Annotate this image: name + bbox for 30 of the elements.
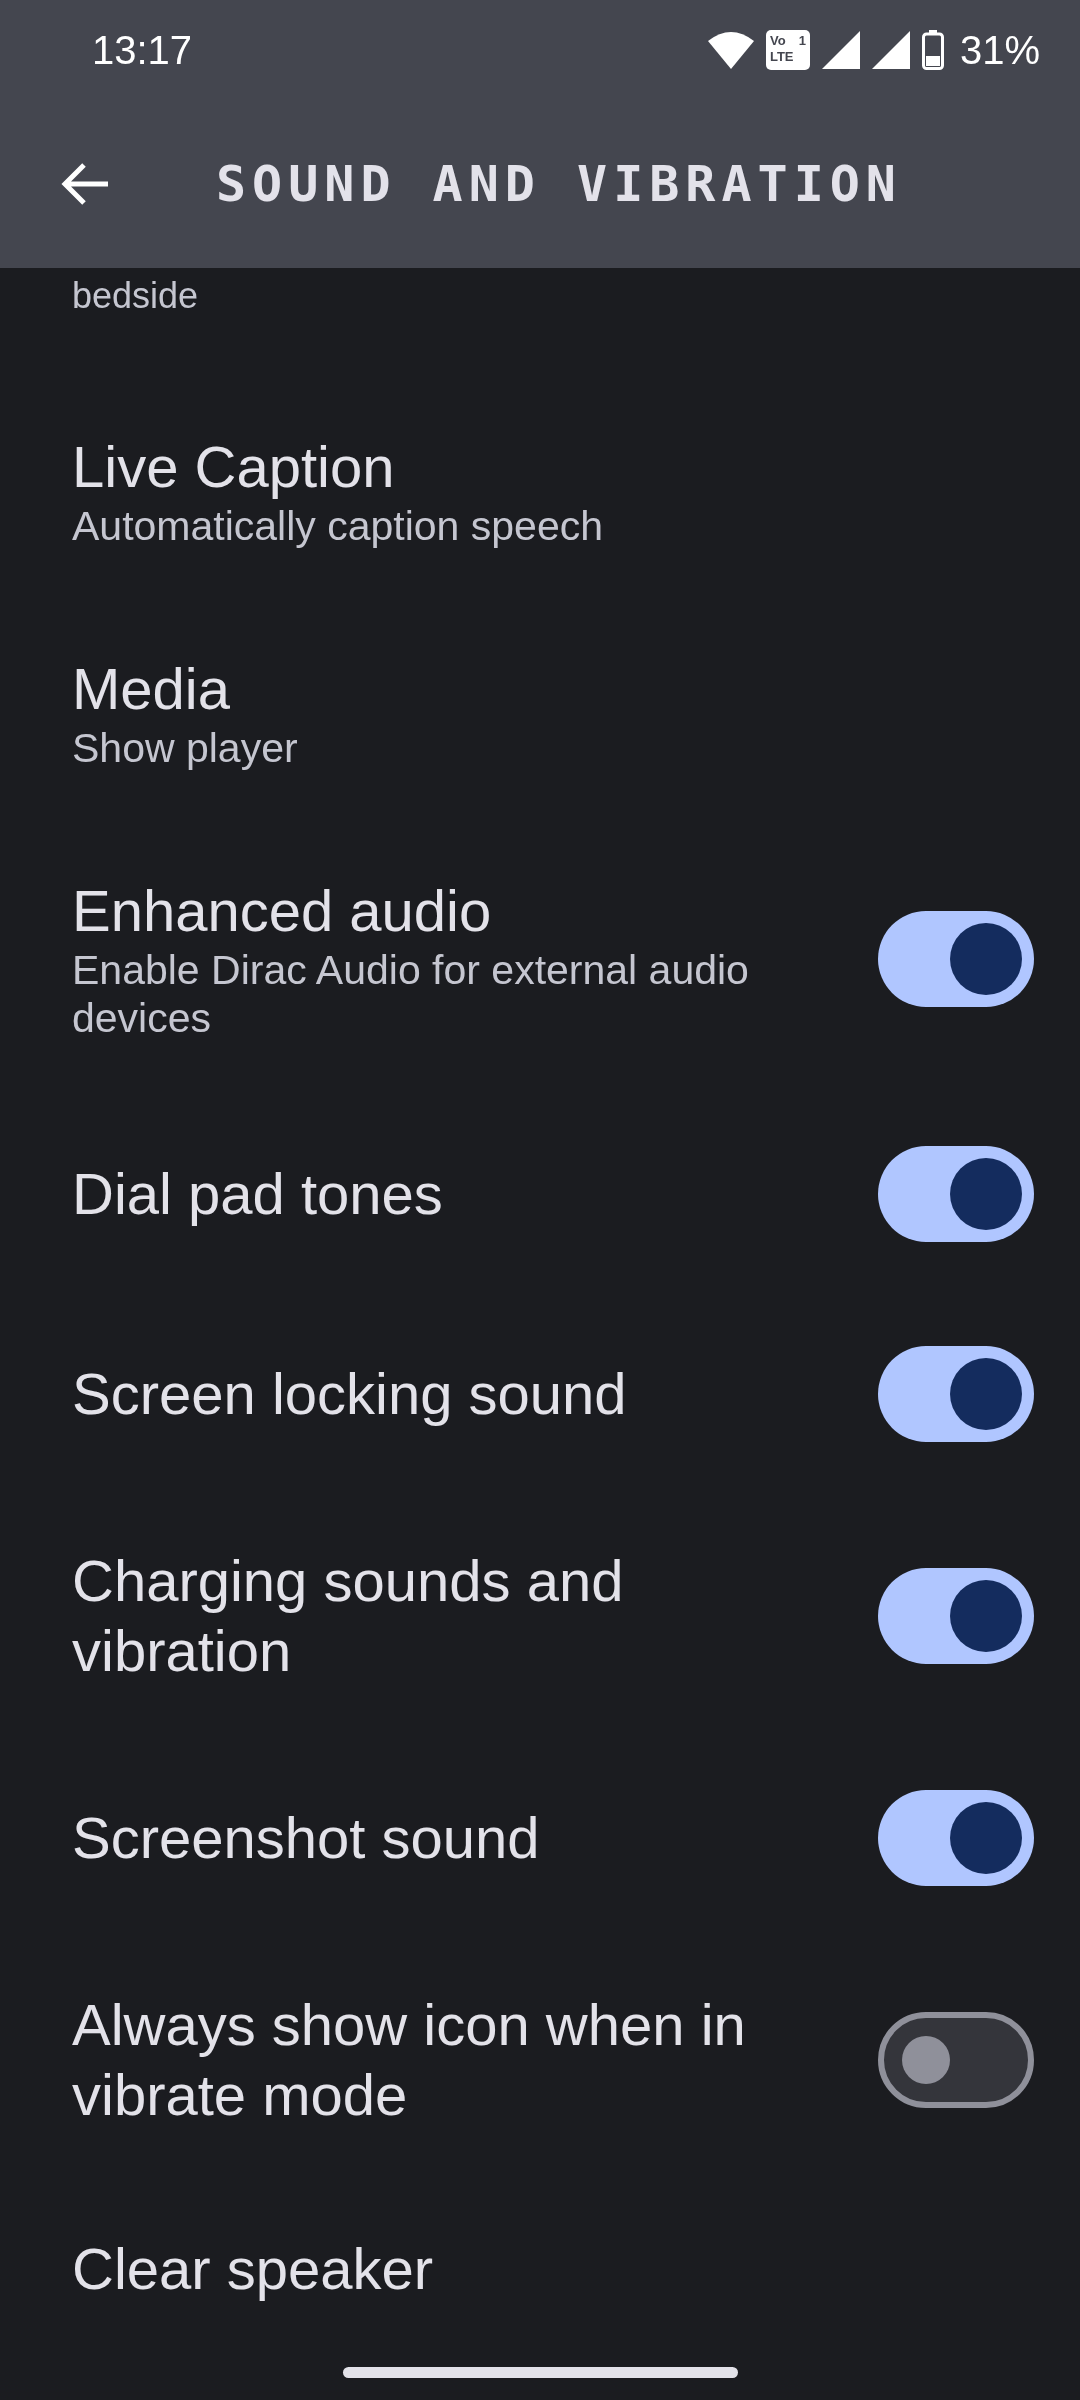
page-title: SOUND AND VIBRATION [216, 155, 902, 213]
setting-subtitle: Show player [72, 724, 299, 772]
setting-title: Screenshot sound [72, 1804, 541, 1872]
setting-title: Live Caption [72, 433, 396, 501]
setting-row[interactable]: Live Caption Automatically caption speech [0, 380, 1080, 602]
setting-title: Charging sounds and vibration [72, 1547, 625, 1685]
setting-row[interactable]: Always show icon when in vibrate mode [0, 1938, 1080, 2182]
signal-icon [871, 31, 910, 69]
setting-row[interactable]: Screen locking sound [0, 1294, 1080, 1494]
setting-row[interactable]: Screenshot sound [0, 1738, 1080, 1938]
setting-row[interactable]: Enhanced audio Enable Dirac Audio for external audio devices [0, 824, 1080, 1094]
setting-subtitle: Automatically caption speech [72, 502, 605, 550]
signal-icon [821, 31, 860, 69]
battery-percent: 31% [959, 27, 1040, 73]
wifi-icon [707, 31, 754, 69]
setting-row[interactable]: Clear speaker [0, 2182, 1080, 2356]
volte-icon: Vo 1 LTE [765, 30, 810, 70]
setting-title: Always show icon when in vibrate mode [72, 1991, 747, 2129]
setting-title: Media [72, 655, 231, 723]
setting-title: Dial pad tones [72, 1160, 444, 1228]
setting-title: Clear speaker [72, 2235, 435, 2303]
battery-icon [921, 30, 944, 70]
setting-row[interactable]: Charging sounds and vibration [0, 1494, 1080, 1738]
status-time: 13:17 [92, 27, 194, 73]
setting-title: Screen locking sound [72, 1360, 628, 1428]
setting-subtitle: bedside [72, 275, 199, 316]
setting-row[interactable]: Media Show player [0, 602, 1080, 824]
setting-subtitle: Enable Dirac Audio for external audio devices [72, 946, 750, 1042]
setting-row[interactable]: Dial pad tones [0, 1094, 1080, 1294]
setting-title: Enhanced audio [72, 877, 493, 945]
